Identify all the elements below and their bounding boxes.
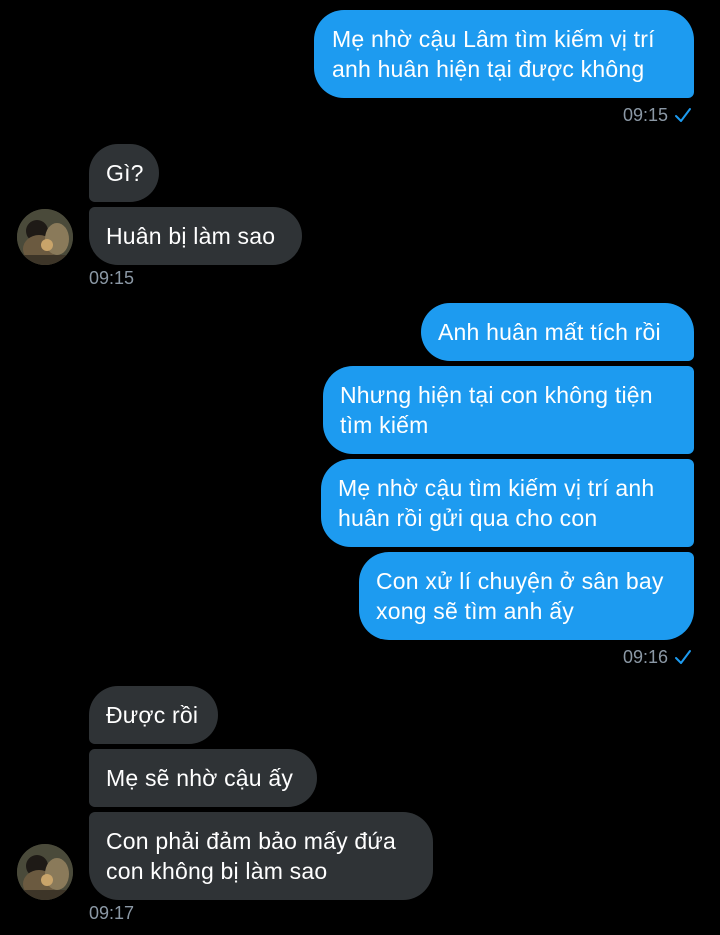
timestamp-text: 09:16 — [622, 647, 668, 667]
message-text: Con phải đảm bảo mấy đứa con không bị là… — [106, 828, 396, 884]
message-timestamp: 09:15 — [623, 104, 692, 126]
outgoing-message[interactable]: Con xử lí chuyện ở sân bay xong sẽ tìm a… — [359, 552, 694, 640]
outgoing-message[interactable]: Mẹ nhờ cậu Lâm tìm kiếm vị trí anh huân … — [314, 10, 694, 98]
avatar-photo — [17, 209, 73, 265]
outgoing-message[interactable]: Anh huân mất tích rồi — [421, 303, 694, 361]
message-text: Được rồi — [106, 702, 199, 728]
timestamp-text: 09:15 — [622, 105, 668, 125]
timestamp-text: 09:15 — [89, 268, 135, 288]
timestamp-text: 09:17 — [89, 903, 135, 923]
outgoing-message[interactable]: Nhưng hiện tại con không tiện tìm kiếm — [323, 366, 694, 454]
message-text: Mẹ nhờ cậu Lâm tìm kiếm vị trí anh huân … — [332, 26, 655, 82]
message-timestamp: 09:17 — [89, 902, 134, 924]
avatar[interactable] — [17, 209, 73, 265]
incoming-message[interactable]: Mẹ sẽ nhờ cậu ấy — [89, 749, 317, 807]
message-timestamp: 09:15 — [89, 267, 134, 289]
incoming-message[interactable]: Huân bị làm sao — [89, 207, 302, 265]
message-text: Anh huân mất tích rồi — [438, 319, 661, 345]
message-text: Nhưng hiện tại con không tiện tìm kiếm — [340, 382, 653, 438]
message-text: Con xử lí chuyện ở sân bay xong sẽ tìm a… — [376, 568, 664, 624]
incoming-message[interactable]: Được rồi — [89, 686, 218, 744]
message-timestamp: 09:16 — [623, 646, 692, 668]
outgoing-message[interactable]: Mẹ nhờ cậu tìm kiếm vị trí anh huân rồi … — [321, 459, 694, 547]
message-text: Gì? — [106, 160, 144, 186]
message-text: Mẹ sẽ nhờ cậu ấy — [106, 765, 294, 791]
incoming-message[interactable]: Con phải đảm bảo mấy đứa con không bị là… — [89, 812, 433, 900]
read-check-icon — [675, 650, 691, 664]
avatar-photo — [17, 844, 73, 900]
avatar[interactable] — [17, 844, 73, 900]
read-check-icon — [675, 108, 691, 122]
incoming-message[interactable]: Gì? — [89, 144, 159, 202]
message-text: Mẹ nhờ cậu tìm kiếm vị trí anh huân rồi … — [338, 475, 655, 531]
message-text: Huân bị làm sao — [106, 223, 276, 249]
